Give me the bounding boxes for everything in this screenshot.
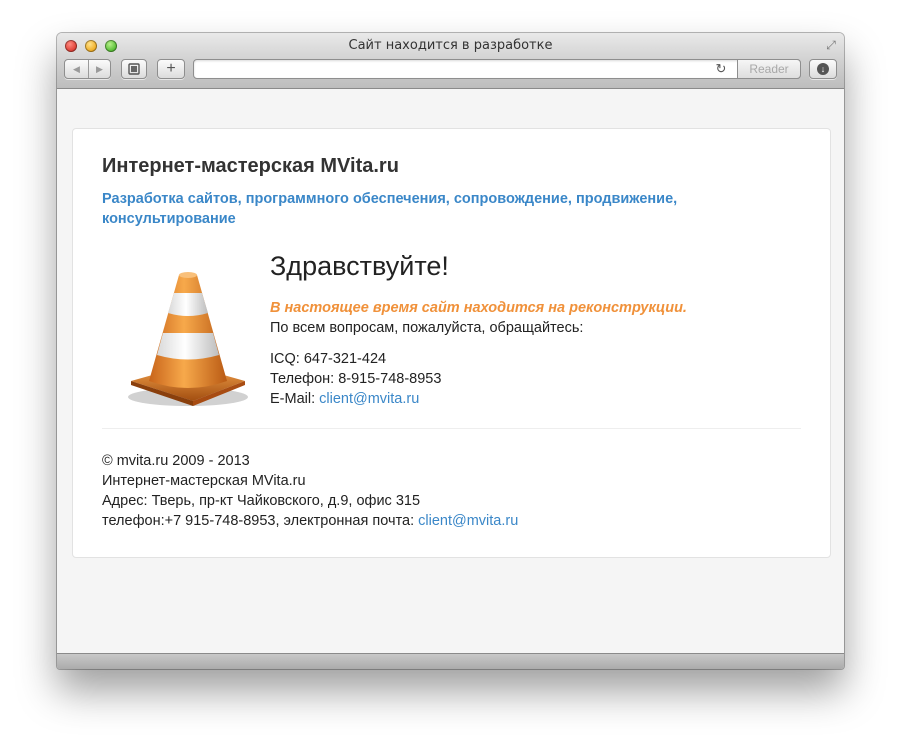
fullscreen-icon[interactable]: ⤢ [824, 38, 838, 52]
browser-window: Сайт находится в разработке ⤢ ◀ ▶ + ↻ Re… [57, 33, 844, 669]
footer-copyright: © mvita.ru 2009 - 2013 [102, 453, 250, 469]
page-viewport: Интернет-мастерская MVita.ru Разработка … [57, 89, 844, 653]
tabs-icon [128, 63, 140, 75]
status-bar [57, 653, 844, 669]
footer-address: Адрес: Тверь, пр-кт Чайковского, д.9, оф… [102, 493, 421, 509]
footer-contacts: телефон:+7 915-748-8953, электронная поч… [102, 511, 518, 531]
back-arrow-icon[interactable]: ◀ [65, 60, 89, 78]
email-label: E-Mail: [270, 391, 320, 407]
reconstruction-notice: В настоящее время сайт находится на реко… [270, 300, 687, 316]
forward-arrow-icon[interactable]: ▶ [88, 60, 111, 78]
show-all-tabs-button[interactable] [121, 59, 147, 79]
email-link[interactable]: client@mvita.ru [319, 391, 419, 407]
greeting-heading: Здравствуйте! [270, 251, 449, 281]
divider [102, 428, 801, 429]
icq-contact: ICQ: 647-321-424 [270, 351, 387, 367]
footer-company: Интернет-мастерская MVita.ru [102, 473, 306, 489]
address-bar: ↻ Reader [193, 59, 801, 79]
download-icon: ↓ [817, 63, 829, 75]
site-tagline: Разработка сайтов, программного обеспече… [102, 191, 678, 227]
downloads-button[interactable]: ↓ [809, 59, 837, 79]
contact-request-text: По всем вопросам, пожалуйста, обращайтес… [270, 320, 584, 336]
footer-contacts-prefix: телефон:+7 915-748-8953, электронная поч… [102, 513, 419, 529]
footer: © mvita.ru 2009 - 2013 Интернет-мастерск… [102, 451, 518, 531]
phone-contact: Телефон: 8-915-748-8953 [270, 371, 442, 387]
site-title: Интернет-мастерская MVita.ru [102, 155, 399, 177]
content-card: Интернет-мастерская MVita.ru Разработка … [72, 128, 831, 558]
reload-icon[interactable]: ↻ [712, 60, 730, 78]
reader-button[interactable]: Reader [737, 59, 801, 79]
email-contact: E-Mail: client@mvita.ru [270, 389, 441, 409]
new-tab-button[interactable]: + [157, 59, 185, 79]
contact-list: ICQ: 647-321-424 Телефон: 8-915-748-8953… [270, 349, 441, 409]
window-title: Сайт находится в разработке [348, 38, 553, 53]
traffic-cone-icon [128, 272, 248, 406]
browser-toolbar: Сайт находится в разработке ⤢ ◀ ▶ + ↻ Re… [57, 33, 844, 89]
back-forward-buttons: ◀ ▶ [64, 59, 111, 79]
url-input[interactable] [200, 61, 700, 77]
footer-email-link[interactable]: client@mvita.ru [418, 513, 518, 529]
